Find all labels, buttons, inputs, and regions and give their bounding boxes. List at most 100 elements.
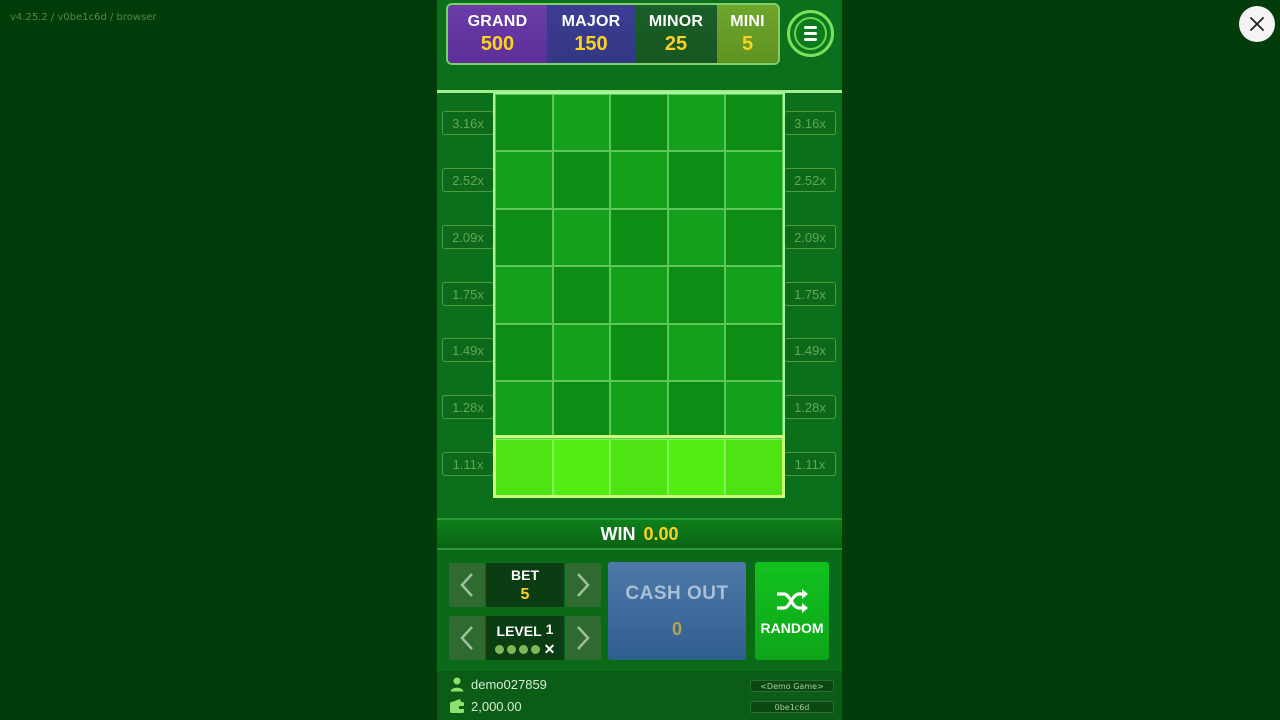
multiplier-right-row-7: 3.16x (784, 111, 836, 135)
multiplier-right-row-5: 2.09x (784, 225, 836, 249)
build-tag: 0be1c6d (750, 701, 834, 713)
grid-tile[interactable] (552, 438, 611, 496)
multiplier-left-row-3: 1.49x (442, 338, 494, 362)
grid-tile[interactable] (610, 438, 668, 496)
grid-tile[interactable] (667, 208, 726, 267)
close-icon (1250, 17, 1264, 31)
grid-tile[interactable] (725, 266, 783, 324)
jackpot-minor-value: 25 (664, 32, 688, 55)
grid-tile[interactable] (725, 94, 783, 152)
grid-tile[interactable] (725, 438, 783, 496)
level-value: 1 (545, 620, 554, 637)
chevron-left-icon (460, 626, 473, 650)
level-display: LEVEL 1 ✕ (486, 616, 564, 660)
grid-tile[interactable] (552, 208, 611, 267)
grid-tile[interactable] (610, 266, 668, 324)
grid-tile[interactable] (667, 438, 726, 496)
cash-out-value: 0 (671, 618, 682, 639)
bet-decrease-button[interactable] (449, 563, 485, 607)
grid-tile[interactable] (552, 151, 611, 209)
jackpot-minor-label: MINOR (648, 12, 704, 30)
bet-increase-button[interactable] (565, 563, 601, 607)
level-header: LEVEL 1 (497, 620, 554, 639)
grid-tile[interactable] (610, 323, 668, 382)
grid-tile[interactable] (495, 266, 553, 324)
win-label: WIN (600, 523, 636, 544)
footer: demo027859 2,000.00 <Demo Game> 0be1c6d (437, 671, 842, 720)
multiplier-right-row-1: 1.11x (784, 452, 836, 476)
multiplier-left-row-6: 2.52x (442, 168, 494, 192)
menu-icon (794, 17, 827, 50)
grid-tile[interactable] (495, 323, 553, 382)
balance-info: 2,000.00 (449, 698, 522, 714)
grid-tile[interactable] (667, 323, 726, 382)
grid-tile[interactable] (552, 323, 611, 382)
grid-tile[interactable] (667, 94, 726, 152)
random-button[interactable]: RANDOM (755, 562, 829, 660)
jackpot-major: MAJOR 150 (547, 5, 635, 63)
jackpot-grand-value: 500 (480, 32, 515, 55)
chevron-left-icon (460, 573, 473, 597)
jackpot-major-value: 150 (574, 32, 608, 55)
bet-value: 5 (520, 585, 530, 603)
level-dot (506, 644, 516, 654)
game-grid (493, 92, 785, 498)
jackpot-mini: MINI 5 (717, 5, 778, 63)
grid-tile[interactable] (667, 151, 726, 209)
game-panel: GRAND 500 MAJOR 150 MINOR 25 MINI 5 3.16… (437, 0, 842, 720)
grid-tile[interactable] (610, 381, 668, 439)
multiplier-left-row-2: 1.28x (442, 395, 494, 419)
grid-tile[interactable] (725, 208, 783, 267)
cash-out-button[interactable]: CASH OUT 0 (608, 562, 746, 660)
multiplier-left-row-1: 1.11x (442, 452, 494, 476)
username: demo027859 (471, 676, 547, 692)
jackpot-minor: MINOR 25 (635, 5, 717, 63)
level-decrease-button[interactable] (449, 616, 485, 660)
grid-tile[interactable] (495, 151, 553, 209)
level-dot (518, 644, 528, 654)
grid-tile[interactable] (725, 323, 783, 382)
grid-tile[interactable] (610, 208, 668, 267)
version-label: v4.25.2 / v0be1c6d / browser (10, 12, 157, 23)
cash-out-label: CASH OUT (625, 582, 729, 604)
jackpot-major-label: MAJOR (561, 12, 621, 30)
level-x-icon: ✕ (543, 640, 556, 657)
level-indicator: ✕ (494, 640, 556, 657)
balance: 2,000.00 (471, 698, 522, 714)
grid-tile[interactable] (667, 381, 726, 439)
level-increase-button[interactable] (565, 616, 601, 660)
jackpot-grand-label: GRAND (467, 12, 528, 30)
jackpot-bar: GRAND 500 MAJOR 150 MINOR 25 MINI 5 (446, 3, 780, 65)
grid-tile[interactable] (495, 438, 553, 496)
win-bar: WIN 0.00 (437, 518, 842, 550)
win-value: 0.00 (643, 523, 679, 544)
chevron-right-icon (577, 573, 590, 597)
chevron-right-icon (577, 626, 590, 650)
multiplier-left-row-5: 2.09x (442, 225, 494, 249)
grid-tile[interactable] (725, 151, 783, 209)
grid-tile[interactable] (495, 94, 553, 152)
multiplier-right-row-6: 2.52x (784, 168, 836, 192)
jackpot-mini-value: 5 (741, 32, 754, 55)
wallet-icon (450, 699, 464, 713)
close-button[interactable] (1239, 6, 1275, 42)
jackpot-mini-label: MINI (730, 12, 765, 30)
grid-tile[interactable] (667, 266, 726, 324)
random-label: RANDOM (760, 620, 824, 636)
level-dot (530, 644, 540, 654)
menu-button[interactable] (787, 10, 834, 57)
grid-tile[interactable] (495, 381, 553, 439)
user-info: demo027859 (449, 676, 547, 692)
grid-tile[interactable] (725, 381, 783, 439)
grid-tile[interactable] (610, 151, 668, 209)
grid-tile[interactable] (552, 266, 611, 324)
bet-display: BET 5 (486, 563, 564, 607)
multiplier-right-row-2: 1.28x (784, 395, 836, 419)
grid-tile[interactable] (610, 94, 668, 152)
grid-tile[interactable] (552, 94, 611, 152)
demo-game-tag: <Demo Game> (750, 680, 834, 692)
multiplier-right-row-3: 1.49x (784, 338, 836, 362)
grid-tile[interactable] (495, 208, 553, 267)
grid-tile[interactable] (552, 381, 611, 439)
multiplier-left-row-7: 3.16x (442, 111, 494, 135)
